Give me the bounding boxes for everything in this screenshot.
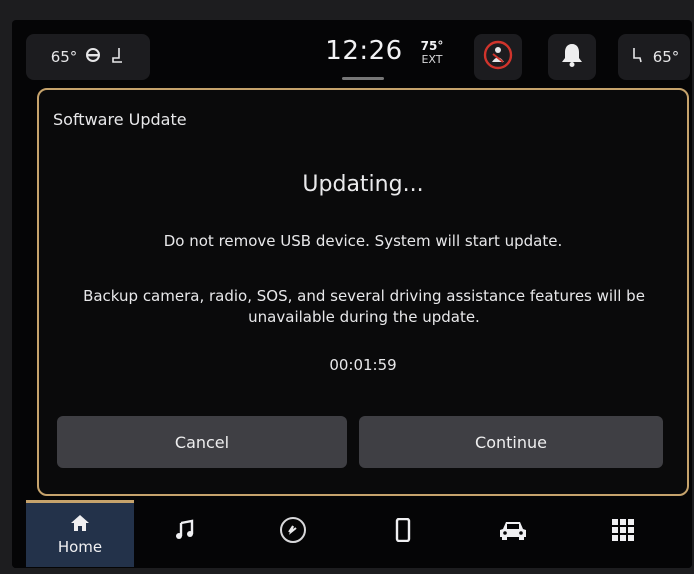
cancel-button[interactable]: Cancel xyxy=(57,416,347,468)
apps-grid-icon xyxy=(611,518,635,546)
features-unavailable-text: Backup camera, radio, SOS, and several d… xyxy=(83,287,645,326)
outside-temp-label: EXT xyxy=(421,53,443,66)
nav-home-label: Home xyxy=(57,538,103,556)
update-timer: 00:01:59 xyxy=(329,356,397,374)
car-icon xyxy=(498,519,528,545)
bottom-navigation: Home xyxy=(12,496,692,568)
continue-button[interactable]: Continue xyxy=(359,416,663,468)
nav-apps[interactable] xyxy=(578,502,668,562)
bell-icon xyxy=(560,42,584,72)
seat-heat-icon xyxy=(109,46,125,68)
software-update-dialog: Software Update Updating... Do not remov… xyxy=(37,88,689,496)
dialog-title: Software Update xyxy=(53,110,187,129)
driver-climate-control[interactable]: 65° xyxy=(26,34,150,80)
nav-vehicle[interactable] xyxy=(468,502,558,562)
clock: 12:26 xyxy=(325,36,403,66)
seatbelt-alert-button[interactable] xyxy=(474,34,522,80)
update-status-heading: Updating... xyxy=(302,172,424,197)
clock-indicator xyxy=(342,77,384,80)
nav-media[interactable] xyxy=(140,502,230,562)
notifications-button[interactable] xyxy=(548,34,596,80)
nav-home[interactable]: Home xyxy=(26,500,134,567)
steering-heat-icon xyxy=(85,47,101,67)
driver-temp: 65° xyxy=(50,48,78,66)
outside-temp-value: 75° xyxy=(420,39,444,53)
outside-temperature: 75° EXT xyxy=(412,39,452,67)
infotainment-screen: 65° 12:26 75° EXT 65° Software Update Up… xyxy=(12,20,692,568)
nav-phone[interactable] xyxy=(358,502,448,562)
nav-comfort[interactable] xyxy=(248,502,338,562)
phone-icon xyxy=(395,517,411,546)
passenger-climate-control[interactable]: 65° xyxy=(618,34,690,80)
music-note-icon xyxy=(174,519,196,545)
passenger-temp: 65° xyxy=(652,48,680,66)
status-bar: 65° 12:26 75° EXT 65° xyxy=(12,20,692,92)
passenger-seat-icon xyxy=(629,46,645,68)
home-icon xyxy=(70,514,90,536)
steering-wheel-icon xyxy=(278,515,308,549)
usb-warning-text: Do not remove USB device. System will st… xyxy=(163,232,563,250)
seatbelt-warning-icon xyxy=(483,40,513,74)
